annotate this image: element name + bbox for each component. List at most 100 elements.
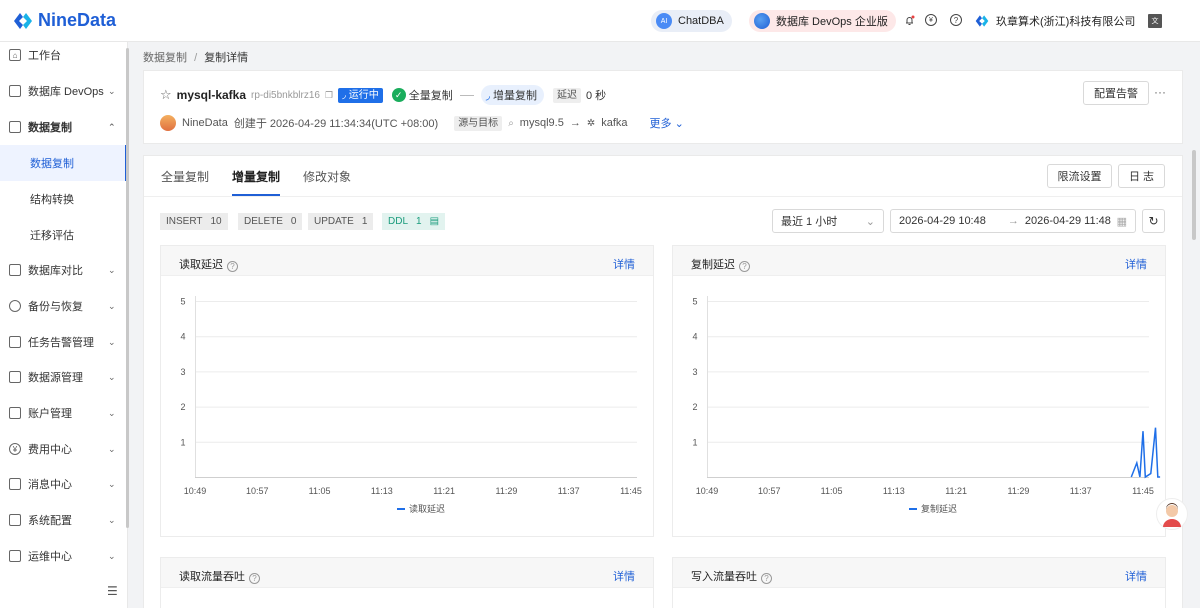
replication-icon	[9, 121, 21, 133]
detail-link[interactable]: 详情	[613, 568, 635, 584]
breadcrumb-parent[interactable]: 数据复制	[143, 52, 187, 64]
detail-link[interactable]: 详情	[1125, 256, 1147, 272]
replication-delay-card: 复制延迟? 详情 1 2 3 4 5 10:49 10:57 11:05 11:13 11:21 1…	[672, 245, 1166, 537]
task-title-row: ☆ mysql-kafka rp-di5bnkblrz16 ❐ ◞ 运行中 ✓ …	[160, 85, 606, 105]
more-options-icon[interactable]: ···	[1154, 85, 1166, 99]
cloud-icon	[9, 300, 21, 312]
x-tick-label: 11:05	[309, 486, 331, 496]
company-name: 玖章算术(浙江)科技有限公司	[996, 16, 1136, 28]
compare-icon	[9, 264, 21, 276]
yen-icon[interactable]: ¥	[925, 14, 937, 26]
chevron-down-icon: ⌄	[108, 371, 116, 382]
ninedata-logo-icon	[14, 12, 32, 29]
breadcrumb: 数据复制 / 复制详情	[143, 52, 249, 64]
chevron-down-icon: ⌄	[108, 300, 116, 311]
sidebar-item-billing[interactable]: ¥ 费用中心 ⌄	[0, 431, 127, 467]
config-alert-button[interactable]: 配置告警	[1083, 81, 1149, 105]
chart-title: 读取流量吞吐?	[179, 568, 260, 584]
chatdba-label: ChatDBA	[678, 15, 724, 27]
sidebar-item-devops[interactable]: 数据库 DevOps ⌄	[0, 73, 127, 109]
source-name: mysql9.5	[519, 117, 564, 129]
wrench-icon	[9, 550, 21, 562]
x-tick-label: 11:45	[1132, 486, 1154, 496]
chevron-down-icon: ⌄	[108, 443, 116, 454]
spinner-icon: ◞	[485, 89, 490, 102]
y-tick-label: 5	[692, 297, 697, 307]
rate-limit-button[interactable]: 限流设置	[1047, 164, 1112, 188]
sidebar-item-datasource[interactable]: 数据源管理 ⌄	[0, 359, 127, 395]
brand-logo[interactable]: NineData	[12, 10, 116, 31]
breadcrumb-current: 复制详情	[204, 52, 249, 64]
date-range-picker[interactable]: 2026-04-29 10:48 → 2026-04-29 11:48 ▦	[890, 209, 1136, 233]
org-switcher[interactable]: 玖章算术(浙江)科技有限公司	[974, 13, 1135, 29]
more-link[interactable]: 更多 ⌄	[650, 115, 684, 131]
edition-label: 数据库 DevOps 企业版	[776, 16, 888, 28]
target-name: kafka	[601, 117, 628, 129]
log-button[interactable]: 日 志	[1118, 164, 1165, 188]
tab-full-replication[interactable]: 全量复制	[161, 168, 209, 185]
help-icon[interactable]: ?	[950, 14, 962, 26]
help-icon[interactable]: ?	[227, 261, 238, 272]
refresh-button[interactable]: ↻	[1142, 209, 1165, 233]
database-icon	[9, 371, 21, 383]
collapse-sidebar-icon[interactable]: ☰	[107, 584, 118, 598]
sidebar-item-backup[interactable]: 备份与恢复 ⌄	[0, 288, 127, 324]
tab-modify-objects[interactable]: 修改对象	[303, 168, 351, 185]
star-icon[interactable]: ☆	[160, 87, 172, 103]
end-date: 2026-04-29 11:48	[1024, 215, 1111, 227]
calendar-icon: ▦	[1116, 215, 1127, 228]
created-time: 创建于 2026-04-29 11:34:34(UTC +08:00)	[233, 118, 439, 130]
x-tick-label: 11:13	[371, 486, 393, 496]
assistant-avatar[interactable]	[1156, 498, 1188, 530]
sidebar-item-account[interactable]: 账户管理 ⌄	[0, 395, 127, 431]
y-tick-label: 4	[692, 332, 697, 342]
help-icon[interactable]: ?	[249, 573, 260, 584]
help-icon[interactable]: ?	[761, 573, 772, 584]
alarm-icon	[9, 336, 21, 348]
chevron-down-icon: ⌄	[108, 264, 116, 275]
chevron-down-icon: ⌄	[674, 118, 684, 130]
y-tick-label: 1	[692, 437, 697, 447]
page-scrollbar[interactable]	[1192, 150, 1196, 240]
x-tick-label: 10:57	[246, 486, 269, 496]
kafka-icon: ✲	[586, 117, 596, 129]
edition-button[interactable]: 数据库 DevOps 企业版	[749, 10, 896, 32]
sidebar-item-ops[interactable]: 运维中心 ⌄	[0, 538, 127, 574]
copy-icon[interactable]: ❐	[325, 90, 333, 101]
task-name: mysql-kafka	[176, 88, 247, 102]
chart-title: 复制延迟?	[691, 256, 750, 272]
sidebar-item-db-compare[interactable]: 数据库对比 ⌄	[0, 252, 127, 288]
notification-icon[interactable]	[903, 14, 915, 26]
stat-update: UPDATE 1	[308, 213, 374, 230]
grid-icon	[9, 514, 21, 526]
translate-icon[interactable]: 文	[1148, 14, 1162, 28]
sidebar-item-alerts[interactable]: 任务告警管理 ⌄	[0, 324, 127, 360]
detail-link[interactable]: 详情	[1125, 568, 1147, 584]
chatdba-button[interactable]: AI ChatDBA	[651, 10, 732, 32]
detail-link[interactable]: 详情	[613, 256, 635, 272]
yen-icon: ¥	[9, 443, 21, 455]
write-throughput-card: 写入流量吞吐? 详情	[672, 557, 1166, 608]
sidebar-item-messages[interactable]: 消息中心 ⌄	[0, 466, 127, 502]
help-icon[interactable]: ?	[739, 261, 750, 272]
sidebar-subitem-schema-convert[interactable]: 结构转换	[0, 181, 127, 217]
src-target-label: 源与目标	[454, 115, 503, 131]
sidebar-item-system[interactable]: 系统配置 ⌄	[0, 502, 127, 538]
legend-label: 复制延迟	[921, 503, 957, 514]
chart-title: 写入流量吞吐?	[691, 568, 772, 584]
x-tick-label: 11:13	[883, 486, 905, 496]
sidebar-subitem-replication[interactable]: 数据复制	[0, 145, 127, 181]
sidebar-subitem-migration-assess[interactable]: 迁移评估	[0, 217, 127, 253]
x-tick-label: 10:49	[184, 486, 207, 496]
sidebar-scrollbar[interactable]	[126, 48, 129, 528]
replication-delay-chart: 1 2 3 4 5 10:49 10:57 11:05 11:13 11:21 11:29 11:37…	[692, 296, 1161, 514]
sidebar-item-workbench[interactable]: ⌂ 工作台	[0, 37, 127, 73]
read-delay-chart: 1 2 3 4 5 10:49 10:57 11:05 11:13 11:21 11:29 11:37…	[180, 296, 642, 514]
sidebar-item-replication[interactable]: 数据复制 ⌃	[0, 109, 127, 145]
tab-divider	[144, 196, 1182, 197]
time-range-select[interactable]: 最近 1 小时 ⌄	[772, 209, 884, 233]
stat-ddl[interactable]: DDL 1 ▤	[382, 213, 446, 230]
creator-name: NineData	[182, 117, 228, 129]
tab-incremental-replication[interactable]: 增量复制	[232, 168, 280, 185]
x-tick-label: 10:57	[758, 486, 781, 496]
